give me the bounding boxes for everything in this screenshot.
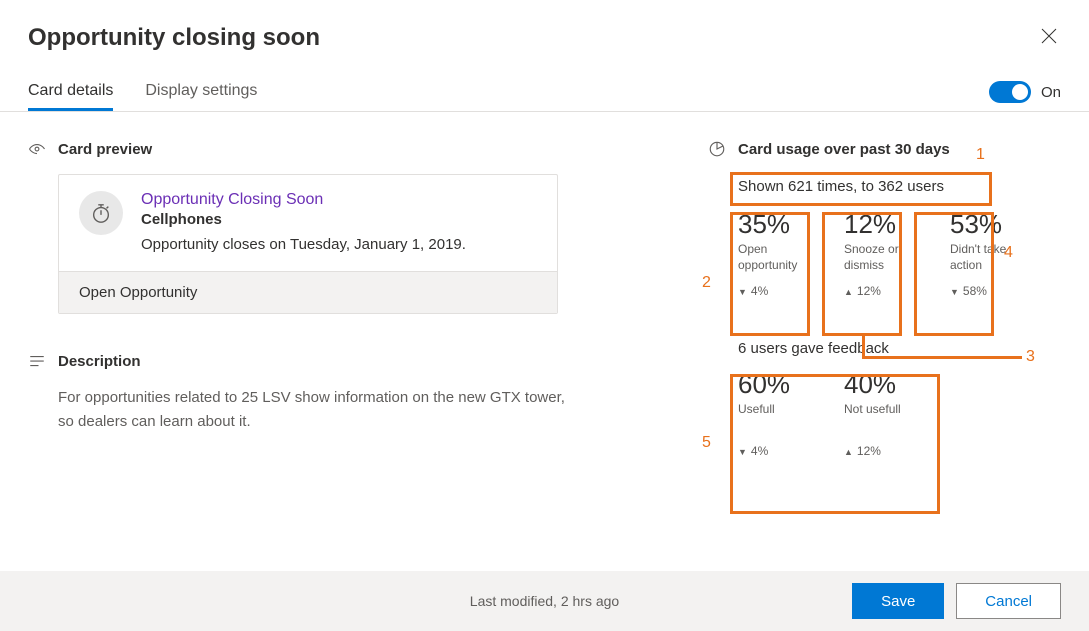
- toggle-label: On: [1041, 84, 1061, 101]
- shown-summary: Shown 621 times, to 362 users: [738, 174, 1028, 209]
- tabs: Card details Display settings: [28, 82, 257, 110]
- description-heading-text: Description: [58, 353, 141, 370]
- arrow-up-icon: [844, 284, 853, 298]
- stat-label: Snooze or dismiss: [844, 242, 922, 274]
- tabs-row: Card details Display settings On: [0, 81, 1089, 112]
- stat-label: Didn't take action: [950, 242, 1028, 274]
- left-column: Card preview Opportunity Closing Soon Ce…: [28, 140, 608, 458]
- preview-card-title: Opportunity Closing Soon: [141, 191, 466, 209]
- preview-card-content: Opportunity Closing Soon Cellphones Oppo…: [141, 191, 466, 253]
- page-title: Opportunity closing soon: [28, 24, 320, 52]
- stat-pct: 53%: [950, 209, 1028, 240]
- eye-icon: [28, 140, 46, 158]
- footer: Last modified, 2 hrs ago Save Cancel: [0, 571, 1089, 631]
- stat-open-opportunity: 35% Open opportunity 4%: [738, 209, 816, 298]
- usage-heading-text: Card usage over past 30 days: [738, 141, 950, 158]
- stat-pct: 60%: [738, 369, 816, 400]
- right-column: Card usage over past 30 days Shown 621 t…: [708, 140, 1028, 458]
- feedback-block: 6 users gave feedback 60% Usefull 4% 40%…: [738, 340, 1028, 458]
- arrow-up-icon: [844, 444, 853, 458]
- stat-delta: 4%: [738, 444, 816, 458]
- tab-display-settings[interactable]: Display settings: [145, 82, 257, 110]
- description-section: Description For opportunities related to…: [28, 352, 608, 434]
- stat-delta: 12%: [844, 444, 922, 458]
- annotation-num-2: 2: [702, 274, 711, 292]
- arrow-down-icon: [950, 284, 959, 298]
- feedback-heading: 6 users gave feedback: [738, 340, 1028, 357]
- stat-delta: 58%: [950, 284, 1028, 298]
- preview-card-body: Opportunity closes on Tuesday, January 1…: [141, 236, 466, 253]
- stat-row: 35% Open opportunity 4% 12% Snooze or di…: [738, 209, 1028, 298]
- stat-not-useful: 40% Not usefull 12%: [844, 369, 922, 458]
- stat-label: Usefull: [738, 402, 816, 434]
- stat-snooze-dismiss: 12% Snooze or dismiss 12%: [844, 209, 922, 298]
- description-heading: Description: [28, 352, 608, 370]
- arrow-down-icon: [738, 444, 747, 458]
- cancel-button[interactable]: Cancel: [956, 583, 1061, 619]
- preview-card-subtitle: Cellphones: [141, 211, 466, 228]
- stat-pct: 12%: [844, 209, 922, 240]
- tab-card-details[interactable]: Card details: [28, 82, 113, 110]
- usage-stats: Shown 621 times, to 362 users 35% Open o…: [738, 174, 1028, 298]
- stat-pct: 35%: [738, 209, 816, 240]
- open-opportunity-button[interactable]: Open Opportunity: [59, 271, 557, 313]
- annotation-num-5: 5: [702, 434, 711, 452]
- stat-pct: 40%: [844, 369, 922, 400]
- stat-no-action: 53% Didn't take action 58%: [950, 209, 1028, 298]
- description-text: For opportunities related to 25 LSV show…: [58, 386, 578, 434]
- stat-useful: 60% Usefull 4%: [738, 369, 816, 458]
- close-icon: [1041, 28, 1057, 44]
- preview-heading-text: Card preview: [58, 141, 152, 158]
- toggle-container: On: [989, 81, 1061, 111]
- close-button[interactable]: [1037, 24, 1061, 53]
- stat-delta: 12%: [844, 284, 922, 298]
- preview-card: Opportunity Closing Soon Cellphones Oppo…: [58, 174, 558, 314]
- save-button[interactable]: Save: [852, 583, 944, 619]
- preview-card-top: Opportunity Closing Soon Cellphones Oppo…: [59, 175, 557, 271]
- feedback-row: 60% Usefull 4% 40% Not usefull 12%: [738, 369, 1028, 458]
- header: Opportunity closing soon: [0, 0, 1089, 53]
- content-area: Card preview Opportunity Closing Soon Ce…: [0, 112, 1089, 458]
- toggle-knob: [1012, 84, 1028, 100]
- stat-delta: 4%: [738, 284, 816, 298]
- on-off-toggle[interactable]: [989, 81, 1031, 103]
- stat-label: Open opportunity: [738, 242, 816, 274]
- lines-icon: [28, 352, 46, 370]
- arrow-down-icon: [738, 284, 747, 298]
- usage-heading: Card usage over past 30 days: [708, 140, 1028, 158]
- pie-icon: [708, 140, 726, 158]
- stat-label: Not usefull: [844, 402, 922, 434]
- stopwatch-icon: [79, 191, 123, 235]
- preview-heading: Card preview: [28, 140, 608, 158]
